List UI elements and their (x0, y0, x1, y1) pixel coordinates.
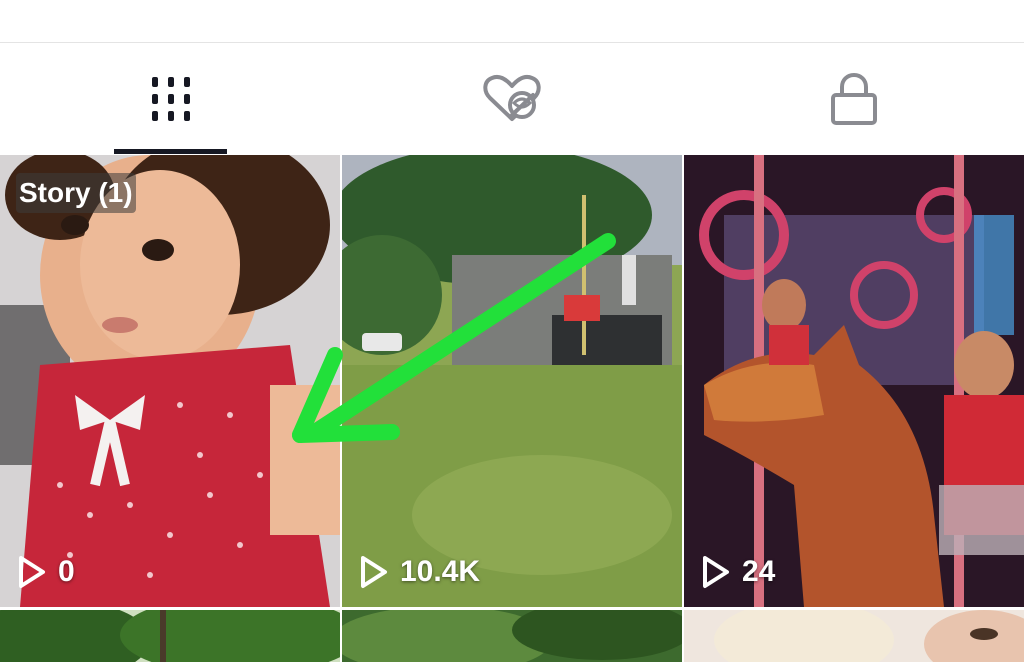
view-count: 10.4K (360, 555, 480, 589)
video-thumbnail-1[interactable]: Story (1) 0 (0, 155, 340, 607)
heart-hidden-icon (483, 75, 541, 121)
video-grid: Story (1) 0 10.4K 24 (0, 155, 1024, 662)
top-bar (0, 0, 1024, 43)
view-count-value: 0 (58, 555, 75, 588)
yard-photo (342, 155, 682, 607)
lock-icon (830, 72, 877, 125)
active-tab-indicator (114, 149, 227, 154)
face-photo (684, 610, 1024, 662)
grid-bars-icon (151, 77, 190, 121)
video-thumbnail-3[interactable]: 24 (684, 155, 1024, 607)
play-icon (19, 556, 45, 588)
view-count-value: 24 (742, 555, 776, 588)
play-icon (703, 556, 729, 588)
play-icon (361, 556, 387, 588)
tab-liked[interactable] (341, 43, 683, 155)
view-count-value: 10.4K (400, 555, 481, 588)
tab-videos[interactable] (0, 43, 341, 155)
video-thumbnail-6[interactable] (684, 610, 1024, 662)
profile-tabs (0, 43, 1024, 155)
video-thumbnail-5[interactable] (342, 610, 682, 662)
story-badge: Story (1) (16, 173, 136, 213)
tab-private[interactable] (683, 43, 1024, 155)
video-thumbnail-4[interactable] (0, 610, 340, 662)
carousel-photo (684, 155, 1024, 607)
view-count: 24 (702, 555, 775, 589)
child-photo (0, 155, 340, 607)
video-thumbnail-2[interactable]: 10.4K (342, 155, 682, 607)
trees-photo (342, 610, 682, 662)
trees-photo (0, 610, 340, 662)
view-count: 0 (18, 555, 75, 589)
